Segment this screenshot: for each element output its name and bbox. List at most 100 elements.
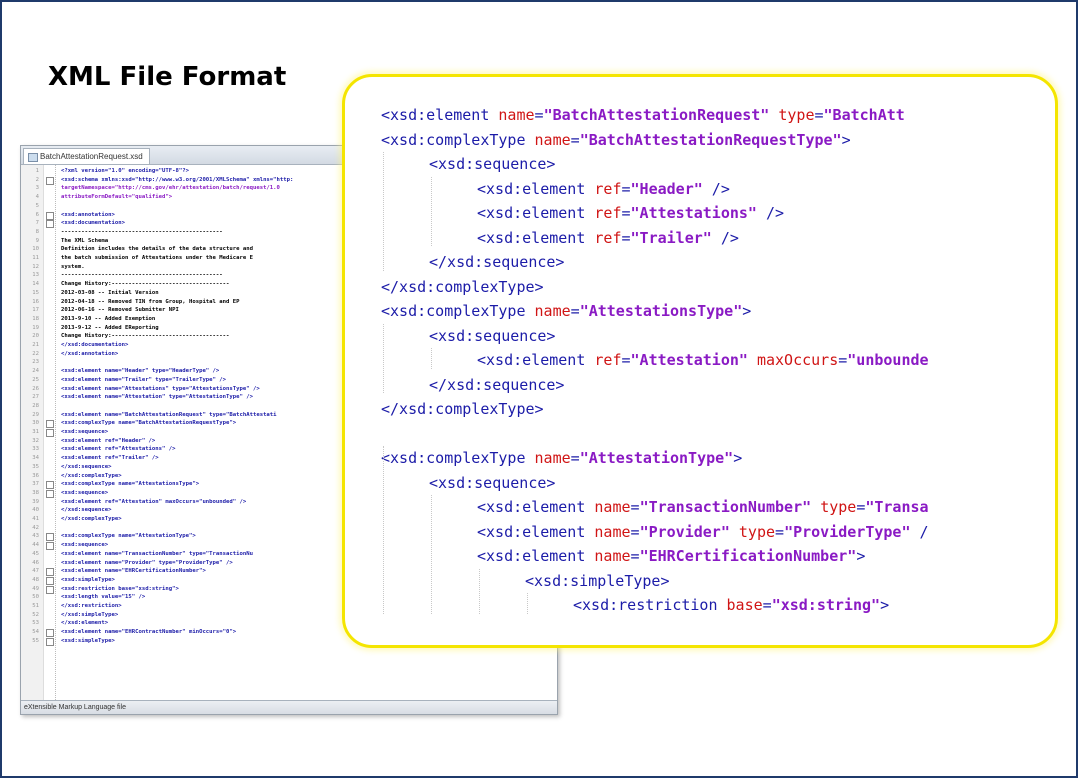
line-text: <xsd:element ref="Header" /> (61, 437, 156, 444)
xml-tag-text: <xsd:element (477, 179, 595, 198)
xml-attribute-value: "Attestations" (630, 204, 757, 222)
line-text: <xsd:element name="Provider" type="Provi… (61, 559, 233, 566)
xml-tag-text: = (630, 522, 640, 541)
zoomed-code-line: </xsd:complexType> (381, 397, 544, 421)
line-text: <xsd:element name="Trailer" type="Traile… (61, 376, 227, 383)
xml-tag-text: <xsd:element (477, 204, 595, 222)
line-text: <xsd:element ref="Attestation" maxOccurs… (61, 498, 247, 505)
line-number: 9 (35, 237, 39, 244)
fold-toggle-icon[interactable] (46, 585, 54, 594)
line-number: 45 (32, 550, 39, 557)
fold-toggle-icon[interactable] (46, 542, 54, 551)
line-text: <xsd:element name="Header" type="HeaderT… (61, 368, 220, 375)
xml-tag-text: = (762, 596, 772, 614)
xml-attribute-name: ref (594, 228, 622, 247)
line-number: 37 (32, 481, 39, 488)
fold-toggle-icon[interactable] (46, 533, 54, 542)
line-text: <xsd:element name="Attestation" type="At… (61, 394, 253, 401)
fold-toggle-icon[interactable] (46, 220, 54, 229)
line-text: </xsd:annotation> (61, 350, 119, 357)
line-text: <xsd:sequence> (61, 429, 109, 435)
zoomed-code-line: <xsd:element ref="Header" /> (477, 177, 730, 201)
xml-tag-text: = (775, 522, 785, 541)
line-text: ----------------------------------------… (61, 272, 223, 279)
page-title: XML File Format (48, 62, 287, 92)
fold-toggle-icon[interactable] (46, 629, 54, 638)
xml-tag-text: <xsd:element (477, 522, 595, 541)
line-text: 2012-06-16 -- Removed Submitter NPI (61, 307, 179, 314)
zoomed-code-line: </xsd:complexType> (381, 275, 544, 299)
line-text: ----------------------------------------… (61, 228, 223, 235)
xml-tag-text: = (630, 547, 640, 565)
fold-toggle-icon[interactable] (46, 211, 54, 220)
xml-tag-text: = (838, 351, 848, 369)
xml-tag-text: /> (711, 228, 739, 247)
fold-toggle-icon[interactable] (46, 420, 54, 429)
line-text: <xsd:simpleType> (61, 576, 115, 583)
line-number: 17 (32, 307, 39, 314)
xml-attribute-value: "BatchAttestationRequestType" (579, 130, 842, 149)
line-number: 28 (32, 402, 39, 409)
zoomed-code-line: <xsd:sequence> (429, 471, 555, 495)
xml-attribute-value: "AttestationType" (579, 449, 734, 467)
xml-file-icon (28, 153, 38, 162)
line-number: 49 (32, 585, 39, 592)
xml-tag-text: = (621, 204, 631, 222)
xml-attribute-value: "unbounde (847, 351, 929, 369)
line-text: <xsd:schema xmlns:xsd="http://www.w3.org… (61, 176, 294, 183)
line-number: 29 (32, 411, 39, 418)
xml-tag-text: <xsd:simpleType> (525, 571, 670, 590)
line-text: </xsd:complexType> (61, 516, 122, 522)
line-number: 34 (32, 455, 39, 462)
xml-attribute-name: name (498, 106, 535, 124)
line-number: 39 (32, 498, 39, 505)
xml-attribute-name: type (738, 522, 776, 541)
xml-tag-text: <xsd:element (477, 498, 595, 516)
xml-tag-text: > (742, 302, 752, 320)
fold-toggle-icon[interactable] (46, 637, 54, 646)
zoomed-code-line: <xsd:sequence> (429, 324, 555, 348)
xml-tag-text: = (534, 106, 544, 124)
line-number: 50 (32, 594, 39, 601)
xml-tag-text: <xsd:restriction (573, 596, 727, 614)
file-tab[interactable]: BatchAttestationRequest.xsd (23, 148, 150, 164)
xml-attribute-name: type (820, 498, 857, 516)
xml-attribute-value: "BatchAtt (823, 106, 905, 124)
xml-attribute-name: name (534, 449, 571, 467)
line-number: 2 (35, 176, 39, 183)
fold-toggle-icon[interactable] (46, 429, 54, 437)
line-text: <xsd:element name="TransactionNumber" ty… (61, 550, 253, 557)
fold-toggle-icon[interactable] (46, 176, 54, 185)
fold-toggle-icon[interactable] (46, 489, 54, 498)
fold-toggle-icon[interactable] (46, 568, 54, 577)
zoomed-code-line: <xsd:complexType name="AttestationType"> (381, 446, 742, 470)
xml-tag-text: <xsd:complexType (381, 449, 535, 467)
xml-attribute-name: name (534, 130, 571, 149)
xml-tag-text (730, 523, 739, 541)
fold-toggle-icon[interactable] (46, 481, 54, 490)
line-number: 53 (32, 620, 39, 627)
zoomed-code-line: <xsd:complexType name="AttestationsType"… (381, 299, 751, 323)
xml-attribute-value: "TransactionNumber" (639, 498, 812, 516)
line-number: 27 (32, 394, 39, 401)
zoomed-code-line: <xsd:element ref="Trailer" /> (477, 226, 739, 250)
line-number: 21 (32, 342, 39, 348)
xml-attribute-name: base (726, 596, 763, 614)
line-text: <xsd:complexType name="AttestationsType"… (61, 481, 200, 488)
indent-guide (431, 348, 432, 369)
line-text: Definition includes the details of the d… (61, 246, 253, 253)
line-number: 46 (32, 559, 39, 566)
status-bar: eXtensible Markup Language file (21, 700, 557, 714)
xml-tag-text: / (910, 522, 929, 541)
line-number: 30 (32, 420, 39, 427)
fold-toggle-icon[interactable] (46, 576, 54, 585)
line-number: 36 (32, 472, 39, 479)
xml-tag-text: = (621, 351, 631, 369)
line-number: 16 (32, 298, 39, 305)
line-text: attributeFormDefault="qualified"> (61, 194, 173, 201)
zoomed-code-line: <xsd:element ref="Attestations" /> (477, 201, 784, 225)
line-number: 7 (35, 220, 39, 227)
line-number: 8 (35, 228, 39, 235)
line-number: 44 (32, 542, 39, 549)
xml-tag-text: = (814, 106, 824, 124)
